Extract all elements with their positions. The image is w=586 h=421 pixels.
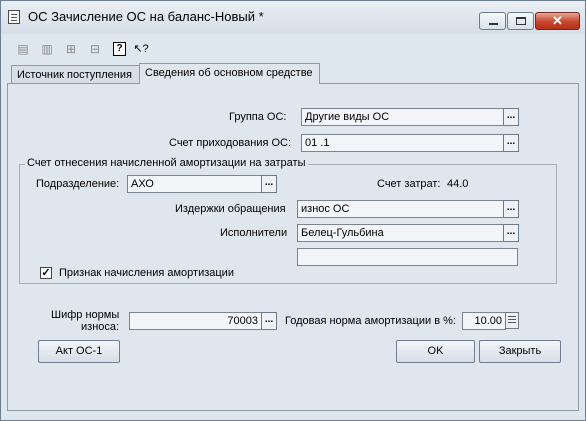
ok-button[interactable]: OK [396, 340, 475, 363]
wear-code-select-button[interactable]: ... [261, 312, 277, 330]
maximize-icon [516, 17, 526, 25]
amortization-checkbox[interactable]: ✓ [40, 267, 52, 279]
expenses-field[interactable]: износ ОС [297, 200, 504, 218]
tab-asset-info[interactable]: Сведения об основном средстве [139, 63, 320, 84]
division-field[interactable]: АХО [127, 175, 262, 193]
title-bar[interactable]: ОС Зачисление ОС на баланс-Новый * ✕ [1, 1, 585, 34]
toolbar: ▤ ▥ ⊞ ⊟ ? ↖? [1, 34, 585, 60]
copy-up-icon[interactable]: ⊟ [87, 41, 103, 57]
close-icon: ✕ [552, 13, 563, 28]
document-app-icon [8, 10, 20, 24]
group-os-select-button[interactable]: ... [503, 108, 519, 126]
amortization-checkbox-label: Признак начисления амортизации [59, 267, 234, 279]
window-title: ОС Зачисление ОС на баланс-Новый * [28, 9, 264, 24]
help-icon[interactable]: ? [113, 42, 126, 56]
cost-account-label: Счет затрат: [377, 178, 441, 190]
cost-account-value: 44.0 [447, 178, 469, 190]
doc-read-icon[interactable]: ▤ [15, 41, 31, 57]
close-button[interactable]: Закрыть [479, 340, 561, 363]
tab-source[interactable]: Источник поступления [11, 65, 140, 84]
account-label: Счет приходования ОС: [169, 137, 292, 149]
annual-rate-field[interactable]: 10.00 [462, 312, 506, 330]
executors-label: Исполнители [220, 227, 288, 239]
minimize-icon [489, 23, 498, 25]
act-os1-button[interactable]: Акт ОС-1 [38, 340, 120, 363]
account-field[interactable]: 01 .1 [301, 134, 504, 152]
copy-down-icon[interactable]: ⊞ [63, 41, 79, 57]
division-select-button[interactable]: ... [261, 175, 277, 193]
wear-code-label-line1: Шифр нормы [51, 309, 120, 321]
group-os-field[interactable]: Другие виды ОС [301, 108, 504, 126]
expenses-label: Издержки обращения [175, 203, 286, 215]
minimize-button[interactable] [479, 12, 506, 30]
maximize-button[interactable] [507, 12, 534, 30]
annual-rate-label: Годовая норма амортизации в %: [285, 315, 456, 327]
executors-extra-field[interactable] [297, 248, 518, 266]
amortization-group-title: Счет отнесения начисленной амортизации н… [25, 157, 308, 169]
account-select-button[interactable]: ... [503, 134, 519, 152]
group-os-label: Группа ОС: [229, 111, 287, 123]
wear-code-label-line2: износа: [81, 321, 120, 333]
division-label: Подразделение: [36, 178, 120, 190]
expenses-select-button[interactable]: ... [503, 200, 519, 218]
wear-code-field[interactable]: 70003 [129, 312, 262, 330]
executors-field[interactable]: Белец-Гульбина [297, 224, 504, 242]
executors-select-button[interactable]: ... [503, 224, 519, 242]
doc-write-icon[interactable]: ▥ [39, 41, 55, 57]
pointer-help-icon[interactable]: ↖? [133, 41, 149, 57]
close-window-button[interactable]: ✕ [535, 12, 580, 30]
calculator-icon[interactable] [505, 312, 519, 329]
